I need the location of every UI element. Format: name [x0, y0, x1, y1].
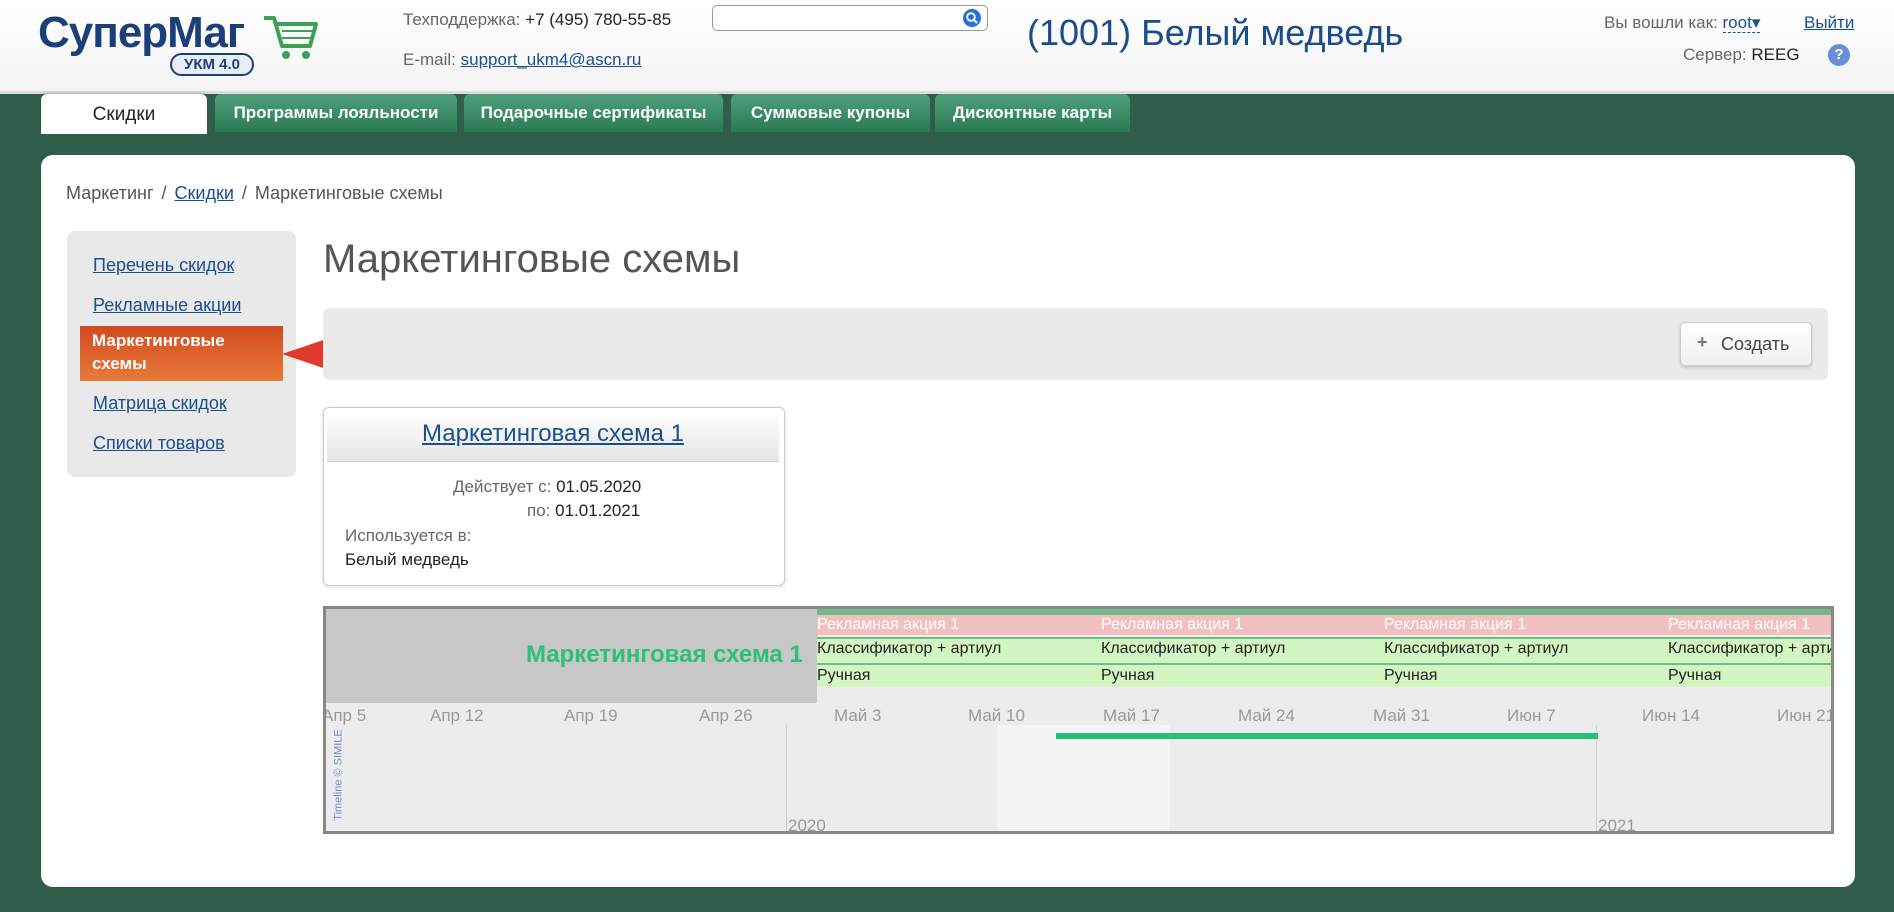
valid-to-value: 01.01.2021 — [555, 501, 641, 520]
support-email-link[interactable]: support_ukm4@ascn.ru — [461, 50, 642, 69]
timeline-scheme-bar[interactable] — [1056, 733, 1598, 739]
scheme-title-link[interactable]: Маркетинговая схема 1 — [422, 420, 684, 447]
timeline-scheme-label: Маркетинговая схема 1 — [526, 641, 803, 668]
timeline-classifier-event[interactable]: Классификатор + артиул — [1384, 637, 1664, 661]
breadcrumb-separator: / — [241, 183, 247, 203]
valid-to-row: по: 01.01.2021 — [527, 501, 640, 521]
support-line: Техподдержка: +7 (495) 780-55-85 — [403, 10, 671, 30]
breadcrumb: Маркетинг / Скидки / Маркетинговые схемы — [66, 183, 443, 204]
logged-in-label: Вы вошли как: — [1604, 13, 1718, 32]
scheme-card: Маркетинговая схема 1 Действует с: 01.05… — [323, 407, 785, 586]
scheme-card-header: Маркетинговая схема 1 — [327, 411, 779, 462]
timeline-promo-event[interactable]: Рекламная акция 1 — [1668, 615, 1831, 635]
timeline-classifier-event[interactable]: Классификатор + артиул — [817, 637, 1097, 661]
tab-sum-coupons[interactable]: Суммовые купоны — [731, 94, 930, 132]
tab-loyalty-programs[interactable]: Программы лояльности — [215, 94, 457, 132]
timeline-classifier-event[interactable]: Классификатор + артиул — [1101, 637, 1381, 661]
sidebar-item-discount-list[interactable]: Перечень скидок — [93, 255, 234, 276]
sidebar-item-marketing-schemes[interactable]: Маркетинговые схемы — [80, 326, 283, 381]
sidebar-item-product-lists[interactable]: Списки товаров — [93, 433, 225, 454]
timeline-widget[interactable]: Маркетинговая схема 1 Рекламная акция 1 … — [323, 606, 1834, 834]
support-label: Техподдержка: — [403, 10, 521, 29]
timeline-credit[interactable]: Timeline © SIMILE — [333, 729, 345, 820]
breadcrumb-root: Маркетинг — [66, 183, 154, 203]
email-line: E-mail: support_ukm4@ascn.ru — [403, 50, 641, 70]
server-line: Сервер: REEG — [1683, 45, 1800, 65]
support-phone: +7 (495) 780-55-85 — [525, 10, 672, 29]
timeline-promo-event[interactable]: Рекламная акция 1 — [817, 615, 1047, 635]
breadcrumb-separator: / — [161, 183, 167, 203]
store-title: (1001) Белый медведь — [1027, 12, 1404, 53]
page-title: Маркетинговые схемы — [323, 237, 741, 281]
user-line: Вы вошли как: root▾ — [1604, 13, 1761, 33]
timeline-manual-event[interactable]: Ручная — [1668, 665, 1831, 687]
valid-from-value: 01.05.2020 — [556, 477, 642, 496]
email-label: E-mail: — [403, 50, 456, 69]
timeline-year-label: 2021 — [1598, 816, 1636, 834]
timeline-visible-window[interactable] — [997, 725, 1170, 831]
toolbar — [323, 308, 1828, 380]
supermag-logo[interactable]: СуперМаг УКМ 4.0 — [38, 8, 318, 78]
sidebar-item-discount-matrix[interactable]: Матрица скидок — [93, 393, 227, 414]
tab-discount-cards[interactable]: Дисконтные карты — [935, 94, 1130, 132]
valid-to-label: по: — [527, 501, 551, 520]
sidebar-item-promotions[interactable]: Рекламные акции — [93, 295, 241, 316]
server-label: Сервер: — [1683, 45, 1747, 64]
search-icon[interactable] — [963, 9, 981, 27]
timeline-manual-event[interactable]: Ручная — [1101, 665, 1301, 687]
timeline-year-divider — [1596, 725, 1597, 831]
search-box — [712, 5, 988, 31]
valid-from-label: Действует с: — [453, 477, 552, 496]
tab-gift-certificates[interactable]: Подарочные сертификаты — [464, 94, 723, 132]
timeline-promo-event[interactable]: Рекламная акция 1 — [1384, 615, 1614, 635]
used-in-value: Белый медведь — [345, 550, 469, 569]
cart-icon — [264, 16, 318, 59]
logout-link[interactable]: Выйти — [1804, 13, 1854, 33]
timeline-manual-event[interactable]: Ручная — [817, 665, 1017, 687]
user-name: root — [1722, 13, 1752, 32]
timeline-year-divider — [786, 725, 787, 831]
timeline-manual-event[interactable]: Ручная — [1384, 665, 1584, 687]
sidebar-menu: Перечень скидок Рекламные акции Маркетин… — [67, 231, 296, 477]
app-header: СуперМаг УКМ 4.0 Техподдержка: +7 (495) … — [0, 0, 1894, 94]
plus-icon: + — [1697, 332, 1708, 352]
tab-discounts[interactable]: Скидки — [41, 94, 207, 134]
logo-badge: УКМ 4.0 — [170, 53, 255, 76]
search-input[interactable] — [719, 6, 963, 30]
create-button[interactable]: + Создать — [1680, 322, 1812, 366]
breadcrumb-link-discounts[interactable]: Скидки — [175, 183, 234, 203]
server-name: REEG — [1751, 45, 1800, 64]
breadcrumb-current: Маркетинговые схемы — [254, 183, 443, 203]
timeline-promo-event[interactable]: Рекламная акция 1 — [1101, 615, 1331, 635]
help-icon[interactable]: ? — [1828, 44, 1850, 66]
timeline-year-label: 2020 — [788, 816, 826, 834]
logo-text: СуперМаг — [38, 8, 245, 57]
timeline-classifier-event[interactable]: Классификатор + артиул — [1668, 637, 1831, 661]
valid-from-row: Действует с: 01.05.2020 — [453, 477, 641, 497]
user-menu-link[interactable]: root▾ — [1722, 13, 1761, 33]
used-in-label: Используется в: — [345, 526, 472, 545]
create-button-label: Создать — [1721, 334, 1790, 354]
